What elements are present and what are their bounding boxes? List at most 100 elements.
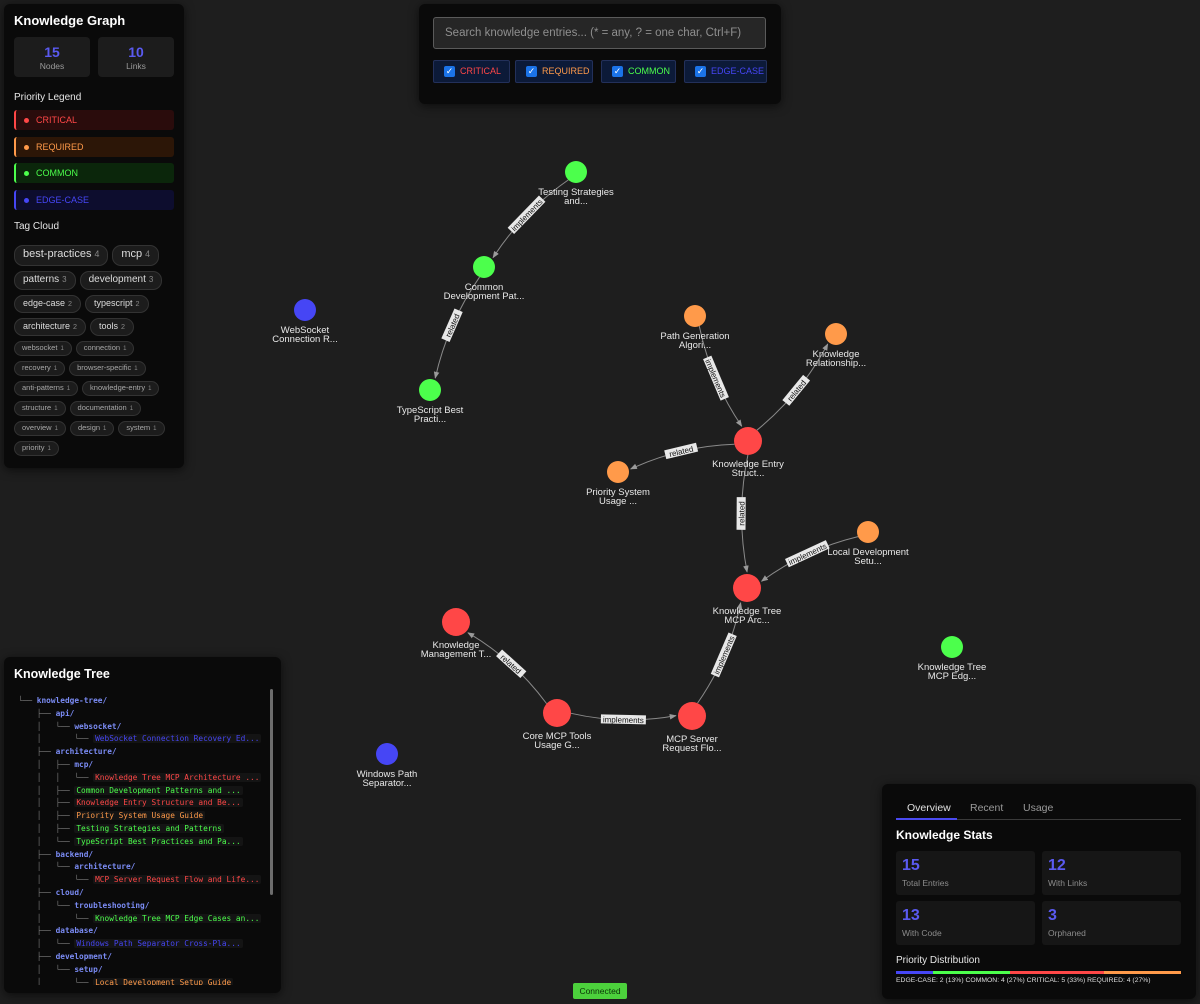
tag-chip[interactable]: browser-specific 1 — [69, 361, 146, 376]
graph-node-websocket[interactable]: WebSocketConnection R... — [272, 299, 338, 345]
filter-label: EDGE-CASE — [711, 66, 765, 76]
tag-chip[interactable]: tools 2 — [90, 318, 135, 336]
tag-chip[interactable]: recovery 1 — [14, 361, 66, 376]
node-circle[interactable] — [473, 256, 495, 278]
node-circle[interactable] — [294, 299, 316, 321]
node-circle[interactable] — [678, 702, 706, 730]
tag-chip[interactable]: anti-patterns 1 — [14, 381, 79, 396]
checkbox-icon[interactable]: ✓ — [695, 66, 706, 77]
tree-folder[interactable]: ├── api/ — [18, 708, 75, 720]
graph-node-local-dev[interactable]: Local DevelopmentSetu... — [827, 521, 909, 567]
node-circle[interactable] — [419, 379, 441, 401]
tree-folder[interactable]: │ └── setup/ — [18, 964, 103, 976]
tag-chip[interactable]: design 1 — [69, 421, 115, 436]
graph-node-priority-sys[interactable]: Priority SystemUsage ... — [586, 461, 650, 507]
graph-node-common-dev[interactable]: CommonDevelopment Pat... — [444, 256, 525, 302]
tag-name: structure — [22, 403, 52, 412]
tree-file[interactable]: │ └── Local Development Setup Guide — [18, 977, 234, 985]
graph-node-knowledge-rel[interactable]: KnowledgeRelationship... — [806, 323, 866, 369]
graph-node-entry-struct[interactable]: Knowledge EntryStruct... — [712, 427, 784, 479]
checkbox-icon[interactable]: ✓ — [444, 66, 455, 77]
tag-chip[interactable]: connection 1 — [75, 341, 135, 356]
tree-folder[interactable]: └── knowledge-tree/ — [18, 695, 107, 707]
graph-node-testing[interactable]: Testing Strategiesand... — [538, 161, 614, 207]
tag-chip[interactable]: documentation 1 — [69, 401, 142, 416]
tree-folder[interactable]: ├── cloud/ — [18, 887, 84, 899]
tree-file[interactable]: │ └── MCP Server Request Flow and Life..… — [18, 874, 262, 886]
tab-usage[interactable]: Usage — [1023, 802, 1053, 814]
node-circle[interactable] — [376, 743, 398, 765]
tag-chip[interactable]: mcp 4 — [112, 245, 160, 266]
tree-file[interactable]: │ └── Windows Path Separator Cross-Pla..… — [18, 938, 243, 950]
tree-file[interactable]: │ ├── Knowledge Entry Structure and Be..… — [18, 797, 243, 809]
nodes-count: 15 — [44, 44, 60, 60]
filter-critical-checkbox[interactable]: ✓ CRITICAL — [433, 60, 510, 83]
graph-node-ts-best[interactable]: TypeScript BestPracti... — [397, 379, 464, 425]
node-circle[interactable] — [825, 323, 847, 345]
tree-folder[interactable]: │ └── architecture/ — [18, 861, 136, 873]
checkbox-icon[interactable]: ✓ — [526, 66, 537, 77]
tag-chip[interactable]: websocket 1 — [14, 341, 72, 356]
graph-node-core-tools[interactable]: Core MCP ToolsUsage G... — [523, 699, 592, 751]
graph-node-path-gen[interactable]: Path GenerationAlgori... — [660, 305, 730, 351]
node-circle[interactable] — [607, 461, 629, 483]
tag-chip[interactable]: edge-case 2 — [14, 295, 82, 313]
tree-folder[interactable]: │ └── troubleshooting/ — [18, 900, 150, 912]
tree-folder[interactable]: ├── database/ — [18, 925, 98, 937]
node-circle[interactable] — [543, 699, 571, 727]
tree-file[interactable]: │ ├── Priority System Usage Guide — [18, 810, 206, 822]
node-circle[interactable] — [734, 427, 762, 455]
search-input[interactable] — [433, 17, 766, 49]
graph-node-win-path[interactable]: Windows PathSeparator... — [357, 743, 418, 789]
tag-chip[interactable]: best-practices 4 — [14, 245, 109, 266]
tag-name: system — [126, 423, 151, 432]
tree-file[interactable]: │ │ └── Knowledge Tree MCP Architecture … — [18, 772, 262, 784]
tree-scrollbar[interactable] — [270, 689, 273, 895]
tree-branch: │ └── — [18, 977, 94, 985]
tree-folder[interactable]: ├── backend/ — [18, 849, 93, 861]
graph-node-server-flow[interactable]: MCP ServerRequest Flo... — [662, 702, 722, 754]
tree-folder[interactable]: ├── architecture/ — [18, 746, 117, 758]
node-circle[interactable] — [442, 608, 470, 636]
tree-file[interactable]: │ └── TypeScript Best Practices and Pa..… — [18, 836, 243, 848]
node-circle[interactable] — [857, 521, 879, 543]
tree-folder[interactable]: ├── development/ — [18, 951, 112, 963]
tag-chip[interactable]: system 1 — [118, 421, 165, 436]
tab-recent[interactable]: Recent — [970, 802, 1003, 814]
tag-chip[interactable]: architecture 2 — [14, 318, 87, 336]
node-circle[interactable] — [733, 574, 761, 602]
node-circle[interactable] — [565, 161, 587, 183]
graph-node-edge-cases[interactable]: Knowledge TreeMCP Edg... — [918, 636, 987, 682]
filter-required-checkbox[interactable]: ✓ REQUIRED — [515, 60, 593, 83]
tag-count: 3 — [62, 275, 67, 284]
tag-name: documentation — [77, 403, 127, 412]
node-circle[interactable] — [941, 636, 963, 658]
tag-chip[interactable]: knowledge-entry 1 — [82, 381, 160, 396]
checkbox-icon[interactable]: ✓ — [612, 66, 623, 77]
tree-file[interactable]: │ └── WebSocket Connection Recovery Ed..… — [18, 733, 262, 745]
with-code-label: With Code — [902, 928, 942, 938]
node-circle[interactable] — [684, 305, 706, 327]
filter-edge-case-checkbox[interactable]: ✓ EDGE-CASE — [684, 60, 767, 83]
tree-branch: │ ├── — [18, 824, 75, 833]
tag-count: 4 — [94, 249, 100, 259]
tab-overview[interactable]: Overview — [907, 802, 951, 814]
filter-label: COMMON — [628, 66, 670, 76]
tree-folder[interactable]: │ └── websocket/ — [18, 721, 122, 733]
graph-node-km-tools[interactable]: KnowledgeManagement T... — [421, 608, 492, 660]
tree-file[interactable]: │ ├── Testing Strategies and Patterns — [18, 823, 224, 835]
tag-chip[interactable]: structure 1 — [14, 401, 66, 416]
tree-file[interactable]: │ └── Knowledge Tree MCP Edge Cases an..… — [18, 913, 262, 925]
tree-file[interactable]: │ ├── Common Development Patterns and ..… — [18, 785, 243, 797]
graph-node-tree-arch[interactable]: Knowledge TreeMCP Arc... — [713, 574, 782, 626]
tag-chip[interactable]: overview 1 — [14, 421, 66, 436]
tag-count: 1 — [103, 426, 107, 432]
tag-chip[interactable]: typescript 2 — [85, 295, 149, 313]
filter-common-checkbox[interactable]: ✓ COMMON — [601, 60, 676, 83]
tree-folder[interactable]: │ ├── mcp/ — [18, 759, 93, 771]
tag-chip[interactable]: patterns 3 — [14, 271, 76, 290]
tag-chip[interactable]: development 3 — [79, 271, 163, 290]
tree-view[interactable]: └── knowledge-tree/ ├── api/ │ └── webso… — [18, 695, 266, 985]
tag-count: 1 — [148, 386, 152, 392]
tag-chip[interactable]: priority 1 — [14, 441, 59, 456]
